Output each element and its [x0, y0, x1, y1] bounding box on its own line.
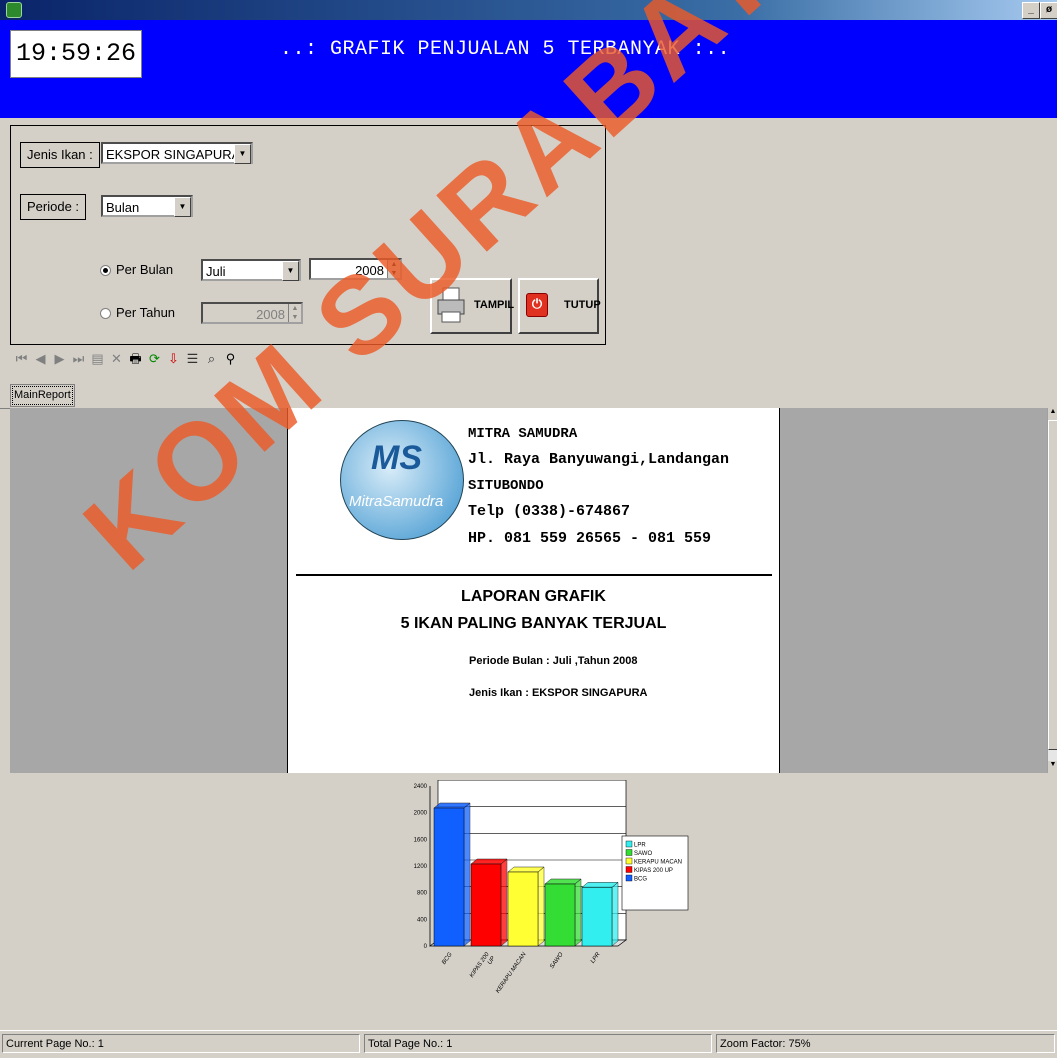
- per-tahun-radio[interactable]: [100, 308, 111, 319]
- header-divider: [296, 574, 772, 576]
- refresh-icon[interactable]: ⟳: [145, 351, 164, 367]
- company-address: Jl. Raya Banyuwangi,Landangan: [468, 451, 730, 468]
- legend-label: SAWO: [634, 851, 652, 857]
- month-select[interactable]: Juli ▼: [201, 259, 301, 281]
- tab-strip: [0, 382, 1057, 409]
- tutup-button[interactable]: ⏻ TUTUP: [518, 278, 601, 334]
- goto-page-icon[interactable]: ▤: [88, 351, 107, 367]
- periode-line: Periode Bulan : Juli ,Tahun 2008: [469, 655, 638, 667]
- periode-value: Bulan: [106, 200, 140, 215]
- legend-swatch: [625, 849, 633, 856]
- scroll-up-icon[interactable]: ▲: [1048, 408, 1057, 420]
- export-icon[interactable]: ⇩: [164, 351, 183, 367]
- print-icon[interactable]: 🖶: [126, 350, 145, 372]
- bar-side: [537, 866, 545, 947]
- report-page: MS MitraSamudra MITRA SAMUDRA Jl. Raya B…: [287, 408, 780, 773]
- x-tick-label: KERAPU MACAN: [495, 951, 528, 994]
- legend-swatch: [625, 866, 633, 873]
- status-total-page: Total Page No.: 1: [364, 1034, 712, 1053]
- tab-mainreport[interactable]: MainReport: [10, 384, 75, 407]
- minimize-button[interactable]: _: [1022, 2, 1040, 19]
- month-value: Juli: [206, 264, 226, 279]
- bar: [544, 883, 576, 947]
- report-toolbar: ⏮ ◀ ▶ ⏭ ▤ ✕ 🖶 ⟳ ⇩ ☰ ⌕ ⚲: [12, 350, 240, 368]
- jenis-ikan-label: Jenis Ikan :: [20, 142, 100, 168]
- legend-label: LPR: [634, 843, 646, 849]
- legend-swatch: [625, 874, 633, 882]
- next-page-icon[interactable]: ▶: [50, 351, 69, 367]
- report-title-1: LAPORAN GRAFIK: [461, 588, 606, 605]
- chevron-down-icon[interactable]: ▼: [234, 144, 251, 164]
- y-tick-label: 2400: [414, 784, 428, 790]
- bar-top: [433, 802, 471, 809]
- power-icon: ⏻: [526, 293, 548, 317]
- logo-wordmark: MitraSamudra: [349, 493, 444, 510]
- bar: [581, 887, 613, 947]
- y-tick-label: 400: [417, 917, 428, 923]
- bar: [470, 863, 502, 947]
- per-tahun-label: Per Tahun: [116, 305, 176, 320]
- x-tick-label: LPR: [590, 951, 602, 965]
- y-tick-label: 0: [424, 944, 428, 950]
- first-page-icon[interactable]: ⏮: [12, 351, 31, 367]
- y-tick-label: 1200: [414, 864, 428, 870]
- legend-swatch: [625, 857, 633, 865]
- group-tree-icon[interactable]: ☰: [183, 351, 202, 367]
- clock-display: 19:59:26: [10, 30, 142, 78]
- company-phone: Telp (0338)-674867: [468, 503, 631, 520]
- restore-button[interactable]: ø: [1040, 2, 1057, 19]
- bar: [507, 871, 539, 947]
- scroll-thumb[interactable]: [1048, 420, 1057, 750]
- bar-side: [463, 802, 471, 947]
- company-hp: HP. 081 559 26565 - 081 559: [468, 530, 712, 547]
- tampil-label: TAMPIL: [474, 299, 515, 311]
- bar-top: [581, 882, 619, 888]
- company-logo: MS MitraSamudra: [340, 420, 464, 540]
- jenis-ikan-select[interactable]: EKSPOR SINGAPURA ▼: [101, 142, 253, 164]
- periode-select[interactable]: Bulan ▼: [101, 195, 193, 217]
- legend-label: KIPAS 200 UP: [634, 868, 673, 874]
- company-city: SITUBONDO: [468, 478, 544, 494]
- bar-top: [507, 866, 545, 873]
- per-bulan-radio[interactable]: [100, 265, 111, 276]
- jenis-ikan-value: EKSPOR SINGAPURA: [106, 147, 241, 162]
- legend-label: KERAPU MACAN: [634, 860, 682, 866]
- y-tick-label: 1600: [414, 837, 428, 843]
- app-icon: [6, 2, 22, 18]
- legend-swatch: [625, 840, 633, 848]
- x-tick-label: BCG: [441, 951, 454, 965]
- chevron-down-icon[interactable]: ▼: [282, 261, 299, 281]
- periode-label: Periode :: [20, 194, 87, 220]
- bar-side: [574, 878, 582, 947]
- vertical-scrollbar[interactable]: ▲ ▼: [1047, 408, 1057, 773]
- prev-page-icon[interactable]: ◀: [31, 351, 50, 367]
- status-current-page: Current Page No.: 1: [2, 1034, 360, 1053]
- bar-side: [611, 881, 619, 947]
- status-zoom: Zoom Factor: 75%: [716, 1034, 1055, 1053]
- sales-bar-chart: 04008001200160020002400BCG KIPAS 200UPKER…: [414, 780, 689, 994]
- bar-top: [544, 878, 582, 885]
- legend-label: BCG: [634, 877, 647, 883]
- bar: [433, 807, 465, 947]
- stop-icon[interactable]: ✕: [107, 351, 126, 367]
- logo-monogram: MS: [371, 439, 422, 477]
- scroll-down-icon[interactable]: ▼: [1048, 761, 1057, 773]
- jenis-line: Jenis Ikan : EKSPOR SINGAPURA: [469, 687, 648, 699]
- last-page-icon[interactable]: ⏭: [69, 351, 88, 367]
- y-tick-label: 800: [417, 891, 428, 897]
- bar-top: [470, 858, 508, 865]
- y-tick-label: 2000: [414, 811, 428, 817]
- report-title-2: 5 IKAN PALING BANYAK TERJUAL: [400, 615, 667, 632]
- company-name: MITRA SAMUDRA: [468, 426, 578, 442]
- per-bulan-label: Per Bulan: [116, 262, 174, 277]
- bar-side: [500, 858, 508, 947]
- tutup-label: TUTUP: [564, 299, 601, 311]
- chevron-down-icon[interactable]: ▼: [174, 197, 191, 217]
- x-tick-label: SAWO: [549, 951, 565, 970]
- title-bar: [0, 0, 1057, 20]
- x-tick-label: KIPAS 200: [469, 951, 491, 979]
